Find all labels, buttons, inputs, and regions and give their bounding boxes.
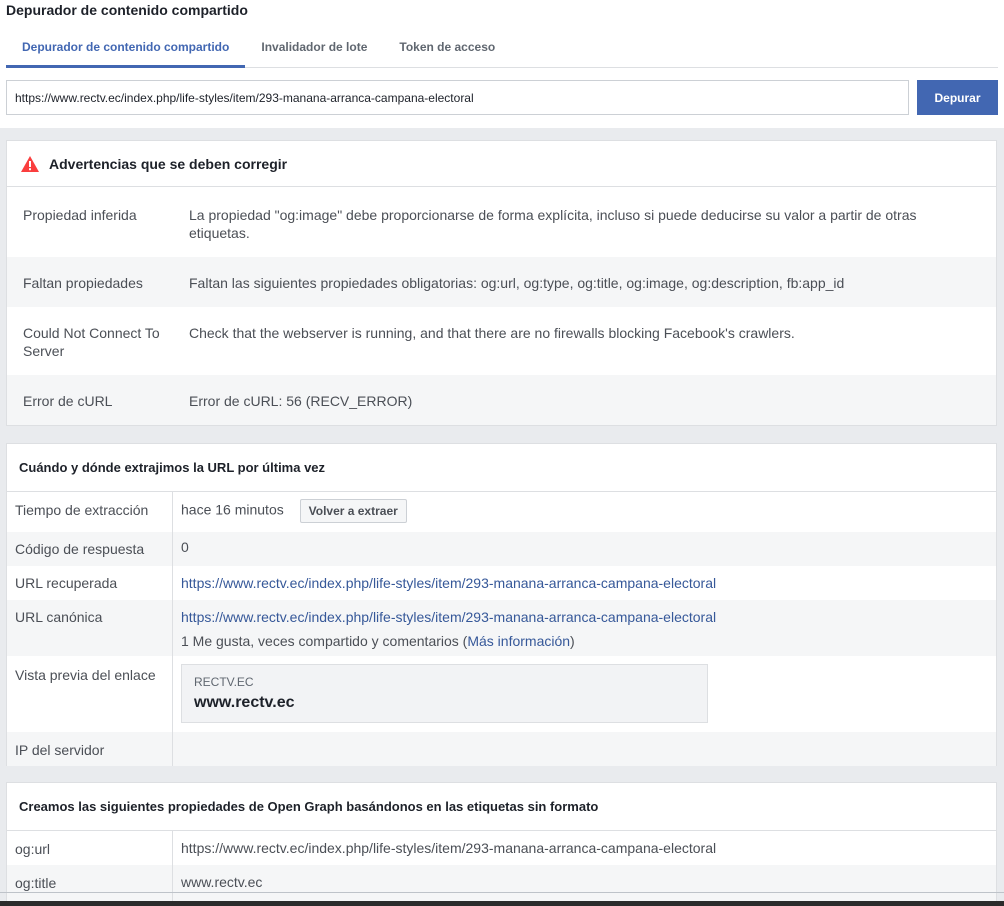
refetch-button[interactable]: Volver a extraer	[299, 499, 407, 523]
warning-row-inferred-property: Propiedad inferida La propiedad "og:imag…	[7, 187, 996, 257]
og-url-value: https://www.rectv.ec/index.php/life-styl…	[181, 840, 717, 856]
server-ip-value	[173, 732, 996, 766]
fetch-time-label: Tiempo de extracción	[7, 492, 173, 532]
link-preview-row: Vista previa del enlace RECTV.EC www.rec…	[7, 656, 996, 732]
link-preview-cell: RECTV.EC www.rectv.ec	[173, 656, 996, 732]
preview-domain: RECTV.EC	[194, 675, 254, 689]
open-graph-title: Creamos las siguientes propiedades de Op…	[19, 799, 599, 814]
link-preview-label: Vista previa del enlace	[7, 656, 173, 732]
open-graph-header: Creamos las siguientes propiedades de Op…	[7, 783, 996, 831]
warning-label: Error de cURL	[23, 393, 113, 409]
bottom-bar	[0, 901, 1004, 906]
url-input[interactable]	[6, 80, 909, 115]
extraction-card: Cuándo y dónde extrajimos la URL por últ…	[6, 443, 997, 766]
warnings-list: Propiedad inferida La propiedad "og:imag…	[7, 187, 996, 425]
warning-triangle-icon	[21, 155, 39, 172]
tab-batch-invalidator[interactable]: Invalidador de lote	[245, 30, 383, 67]
extraction-title: Cuándo y dónde extrajimos la URL por últ…	[19, 460, 326, 475]
extraction-header: Cuándo y dónde extrajimos la URL por últ…	[7, 444, 996, 492]
warning-label: Faltan propiedades	[23, 275, 143, 291]
fetched-url-row: URL recuperada https://www.rectv.ec/inde…	[7, 566, 996, 600]
preview-title: www.rectv.ec	[194, 694, 295, 711]
og-url-row: og:url https://www.rectv.ec/index.php/li…	[7, 831, 996, 865]
tab-sharing-debugger[interactable]: Depurador de contenido compartido	[6, 30, 246, 68]
warning-row-could-not-connect: Could Not Connect To Server Check that t…	[7, 307, 996, 375]
warnings-title: Advertencias que se deben corregir	[49, 155, 288, 172]
warning-row-curl-error: Error de cURL Error de cURL: 56 (RECV_ER…	[7, 375, 996, 425]
engagement-line: 1 Me gusta, veces compartido y comentari…	[181, 632, 996, 650]
tab-access-token[interactable]: Token de acceso	[383, 30, 511, 67]
more-info-link[interactable]: Más información	[467, 633, 570, 649]
fetch-time-row: Tiempo de extracción hace 16 minutos Vol…	[7, 492, 996, 532]
top-panel: Depurador de contenido compartido Depura…	[0, 0, 1004, 128]
open-graph-card: Creamos las siguientes propiedades de Op…	[6, 782, 997, 906]
canonical-url-row: URL canónica https://www.rectv.ec/index.…	[7, 600, 996, 656]
link-preview-card[interactable]: RECTV.EC www.rectv.ec	[181, 664, 708, 723]
og-title-value: www.rectv.ec	[181, 874, 263, 890]
warning-value: La propiedad "og:image" debe proporciona…	[189, 207, 917, 241]
warning-row-missing-properties: Faltan propiedades Faltan las siguientes…	[7, 257, 996, 307]
fetched-url-link[interactable]: https://www.rectv.ec/index.php/life-styl…	[181, 575, 716, 591]
warning-value: Check that the webserver is running, and…	[189, 325, 795, 341]
page-title: Depurador de contenido compartido	[6, 2, 248, 18]
fetch-time-value-cell: hace 16 minutos Volver a extraer	[173, 492, 996, 532]
canonical-url-link[interactable]: https://www.rectv.ec/index.php/life-styl…	[181, 609, 716, 625]
response-code-row: Código de respuesta 0	[7, 532, 996, 566]
canonical-url-cell: https://www.rectv.ec/index.php/life-styl…	[173, 600, 996, 656]
tab-bar: Depurador de contenido compartido Invali…	[6, 30, 998, 68]
canonical-url-label: URL canónica	[7, 600, 173, 656]
warnings-header: Advertencias que se deben corregir	[7, 141, 996, 187]
response-code-label: Código de respuesta	[7, 532, 173, 566]
engagement-text: 1 Me gusta, veces compartido y comentari…	[181, 633, 468, 649]
bottom-divider	[0, 892, 1004, 893]
response-code-value: 0	[181, 539, 189, 555]
warnings-card: Advertencias que se deben corregir Propi…	[6, 140, 997, 426]
warning-label: Propiedad inferida	[23, 207, 137, 223]
debug-button[interactable]: Depurar	[917, 80, 998, 115]
engagement-close: )	[570, 633, 575, 649]
og-title-label: og:title	[7, 865, 173, 905]
warning-value: Faltan las siguientes propiedades obliga…	[189, 275, 845, 291]
server-ip-row: IP del servidor	[7, 732, 996, 766]
og-url-label: og:url	[7, 831, 173, 865]
warning-label: Could Not Connect To Server	[23, 325, 160, 359]
server-ip-label: IP del servidor	[7, 732, 173, 766]
fetched-url-label: URL recuperada	[7, 566, 173, 600]
og-title-row: og:title www.rectv.ec	[7, 865, 996, 905]
fetch-time-value: hace 16 minutos	[181, 501, 284, 518]
fetched-url-cell: https://www.rectv.ec/index.php/life-styl…	[173, 566, 996, 600]
warning-value: Error de cURL: 56 (RECV_ERROR)	[189, 393, 413, 409]
